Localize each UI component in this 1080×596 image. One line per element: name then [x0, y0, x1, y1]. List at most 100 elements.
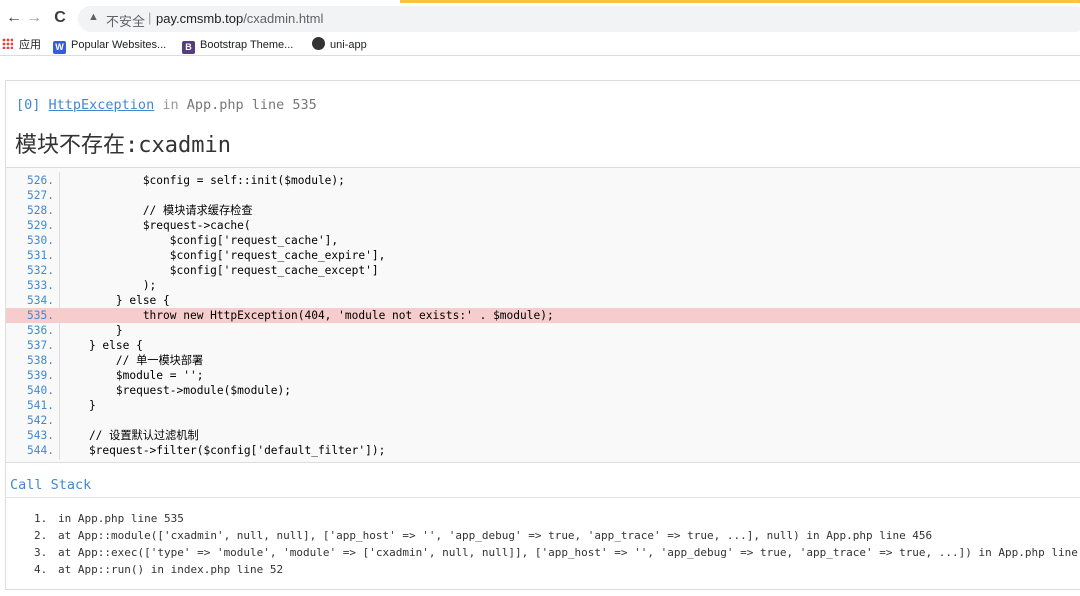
code-line: 542. [6, 413, 1080, 428]
call-stack-item: 4. at App::run() in index.php line 52 [34, 561, 1080, 578]
code-text: $request->module($module); [62, 384, 292, 397]
apps-grid-icon [2, 38, 13, 49]
warning-icon[interactable]: ▲ [88, 11, 99, 23]
code-line: 540. $request->module($module); [6, 383, 1080, 398]
loading-accent [400, 0, 1080, 3]
line-number: 538. [27, 354, 54, 367]
reload-icon[interactable]: C [50, 8, 70, 28]
line-number: 532. [27, 264, 54, 277]
bookmark-label: 应用 [19, 39, 41, 51]
code-line: 531. $config['request_cache_expire'], [6, 248, 1080, 263]
line-number: 531. [27, 249, 54, 262]
address-path: /cxadmin.html [243, 11, 324, 26]
call-stack-text: at App::module(['cxadmin', null, null], … [58, 529, 933, 542]
bookmark-bootstrap-theme[interactable]: B Bootstrap Theme... [182, 37, 294, 54]
code-text: throw new HttpException(404, 'module not… [62, 309, 554, 322]
exception-file: App.php line 535 [186, 97, 317, 113]
call-stack-text: at App::run() in index.php line 52 [58, 563, 284, 576]
line-number: 542. [27, 414, 54, 427]
code-text: $config['request_cache_except'] [62, 264, 379, 277]
bookmark-apps[interactable]: 应用 [2, 37, 41, 53]
exception-in-word: in [162, 97, 179, 113]
bookmark-uni-app[interactable]: uni-app [312, 37, 367, 53]
call-stack-number: 3. [34, 546, 48, 559]
code-line: 537. } else { [6, 338, 1080, 353]
address-separator: | [148, 10, 152, 25]
call-stack-text: in App.php line 535 [58, 512, 184, 525]
code-text: // 单一模块部署 [62, 354, 204, 367]
code-text: ); [62, 279, 157, 292]
call-stack-text: at App::exec(['type' => 'module', 'modul… [58, 546, 1080, 559]
line-number: 540. [27, 384, 54, 397]
code-line: 529. $request->cache( [6, 218, 1080, 233]
call-stack-title: Call Stack [10, 477, 92, 493]
exception-class-link[interactable]: HttpException [49, 97, 155, 113]
line-number: 533. [27, 279, 54, 292]
line-number: 530. [27, 234, 54, 247]
address-host: pay.cmsmb.top [156, 11, 244, 26]
call-stack-number: 4. [34, 563, 48, 576]
call-stack-list: 1. in App.php line 5352. at App::module(['… [34, 510, 1080, 578]
address-url[interactable]: pay.cmsmb.top/cxadmin.html [156, 11, 323, 26]
code-text: // 设置默认过滤机制 [62, 429, 199, 442]
b-logo-icon: B [182, 41, 195, 54]
line-number: 539. [27, 369, 54, 382]
code-text: $config = self::init($module); [62, 174, 345, 187]
call-stack-item: 2. at App::module(['cxadmin', null, null]… [34, 527, 1080, 544]
line-number: 534. [27, 294, 54, 307]
line-number: 541. [27, 399, 54, 412]
globe-icon [312, 37, 325, 50]
browser-toolbar: ← → C ▲ 不安全 | pay.cmsmb.top/cxadmin.html [0, 4, 1080, 32]
code-text: } [62, 399, 96, 412]
code-text: // 模块请求缓存检查 [62, 204, 253, 217]
bookmark-label: Popular Websites... [71, 39, 167, 51]
forward-arrow-icon[interactable]: → [24, 8, 44, 28]
code-line: 543. // 设置默认过滤机制 [6, 428, 1080, 443]
code-line: 534. } else { [6, 293, 1080, 308]
bookmarks-bar: 应用 W Popular Websites... B Bootstrap Theme… [0, 34, 1080, 56]
code-line: 527. [6, 188, 1080, 203]
line-number: 529. [27, 219, 54, 232]
highlighted-code-line: 535. throw new HttpException(404, 'modul… [6, 308, 1080, 323]
line-number: 537. [27, 339, 54, 352]
line-number: 526. [27, 174, 54, 187]
bookmark-popular-websites[interactable]: W Popular Websites... [53, 37, 167, 54]
code-line: 538. // 单一模块部署 [6, 353, 1080, 368]
w-logo-icon: W [53, 41, 66, 54]
code-text: $config['request_cache'], [62, 234, 339, 247]
call-stack-number: 2. [34, 529, 48, 542]
line-number: 528. [27, 204, 54, 217]
bookmark-label: uni-app [330, 39, 367, 51]
code-line: 532. $config['request_cache_except'] [6, 263, 1080, 278]
code-line: 533. ); [6, 278, 1080, 293]
line-number: 544. [27, 444, 54, 457]
code-text: } else { [62, 339, 143, 352]
code-line: 544. $request->filter($config['default_f… [6, 443, 1080, 458]
code-line: 530. $config['request_cache'], [6, 233, 1080, 248]
call-stack-item: 3. at App::exec(['type' => 'module', 'mod… [34, 544, 1080, 561]
address-bar[interactable]: ▲ 不安全 | pay.cmsmb.top/cxadmin.html [78, 6, 1080, 32]
code-line: 526. $config = self::init($module); [6, 173, 1080, 188]
call-stack-item: 1. in App.php line 535 [34, 510, 1080, 527]
exception-message: 模块不存在:cxadmin [15, 133, 231, 158]
exception-index: [0] [16, 97, 41, 113]
source-code-block: 526. $config = self::init($module); 527. 5… [6, 167, 1080, 463]
call-stack-divider [6, 497, 1080, 498]
line-number: 535. [27, 309, 54, 322]
code-text: $request->filter($config['default_filter… [62, 444, 386, 457]
code-text: $module = ''; [62, 369, 204, 382]
bookmark-label: Bootstrap Theme... [200, 39, 294, 51]
code-text: $request->cache( [62, 219, 251, 232]
exception-info: [0] HttpException in App.php line 535 [16, 97, 317, 113]
exception-panel: [0] HttpException in App.php line 535 模块… [5, 80, 1080, 590]
code-text: $config['request_cache_expire'], [62, 249, 386, 262]
code-text: } else { [62, 294, 170, 307]
code-line: 541. } [6, 398, 1080, 413]
line-number: 527. [27, 189, 54, 202]
line-number: 543. [27, 429, 54, 442]
insecure-label[interactable]: 不安全 [106, 11, 145, 30]
call-stack-number: 1. [34, 512, 48, 525]
code-line: 539. $module = ''; [6, 368, 1080, 383]
back-arrow-icon[interactable]: ← [4, 8, 24, 28]
line-number: 536. [27, 324, 54, 337]
